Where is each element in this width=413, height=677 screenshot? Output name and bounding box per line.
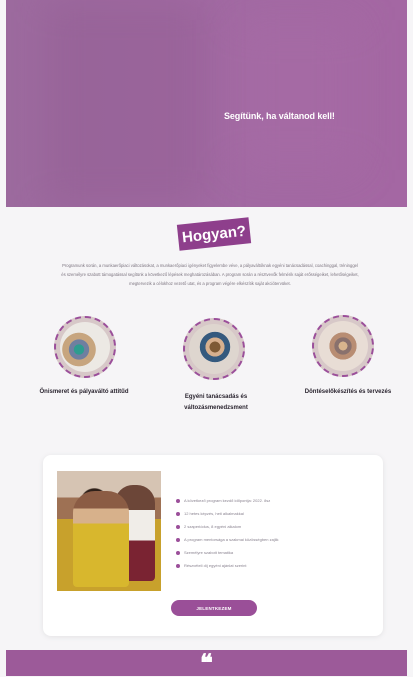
intro-paragraph: Programunk során, a munkaerőpiaci változ… [61,263,359,286]
feature-item: 2 szaperiódus, 8 egyéni alkalom [176,520,376,533]
step-caption-2: Egyéni tanácsadás és változásmenedzsment [184,394,248,411]
feature-text: 2 szaperiódus, 8 egyéni alkalom [184,524,242,529]
hero-blur-left [46,0,206,207]
feature-text: A program mentorsága a szakmai közösségb… [184,537,279,542]
quote-icon: ❝ [200,648,213,677]
feature-item: Részvételi díj egyéni ajánlat szerint [176,559,376,572]
feature-item: A program mentorsága a szakmai közösségb… [176,533,376,546]
feature-item: Személyre szabott tematika [176,546,376,559]
feature-item: A következő program kezdő időpontja: 202… [176,494,376,507]
bullet-icon [176,537,180,542]
feature-text: A következő program kezdő időpontja: 202… [184,498,271,503]
apply-button[interactable]: JELENTKEZEM [171,600,257,616]
step-image-3-photo [318,321,368,371]
step-image-1 [54,316,116,378]
feature-list: A következő program kezdő időpontja: 202… [176,494,376,572]
hero-banner: Segítünk, ha váltanod kell! [6,0,407,207]
feature-text: Részvételi díj egyéni ajánlat szerint [184,563,247,568]
feature-item: 12 hetes képzés, heti alkalmakkal [176,507,376,520]
bullet-icon [176,563,180,568]
step-image-2-photo [189,324,239,374]
feature-text: 12 hetes képzés, heti alkalmakkal [184,511,244,516]
program-photo [57,471,161,591]
photo-person-left [73,491,129,587]
step-image-3 [312,315,374,377]
bullet-icon [176,524,180,529]
bullet-icon [176,550,180,555]
hero-blur-right [236,20,356,170]
step-caption-3: Döntéselőkészítés és tervezés [304,389,392,395]
bullet-icon [176,511,180,516]
hero-title: Segítünk, ha váltanod kell! [224,111,335,121]
step-image-1-photo [60,322,110,372]
step-image-2 [183,318,245,380]
step-caption-1: Önismeret és pályaváltó attitűd [39,389,129,395]
bullet-icon [176,498,180,503]
feature-text: Személyre szabott tematika [184,550,234,555]
